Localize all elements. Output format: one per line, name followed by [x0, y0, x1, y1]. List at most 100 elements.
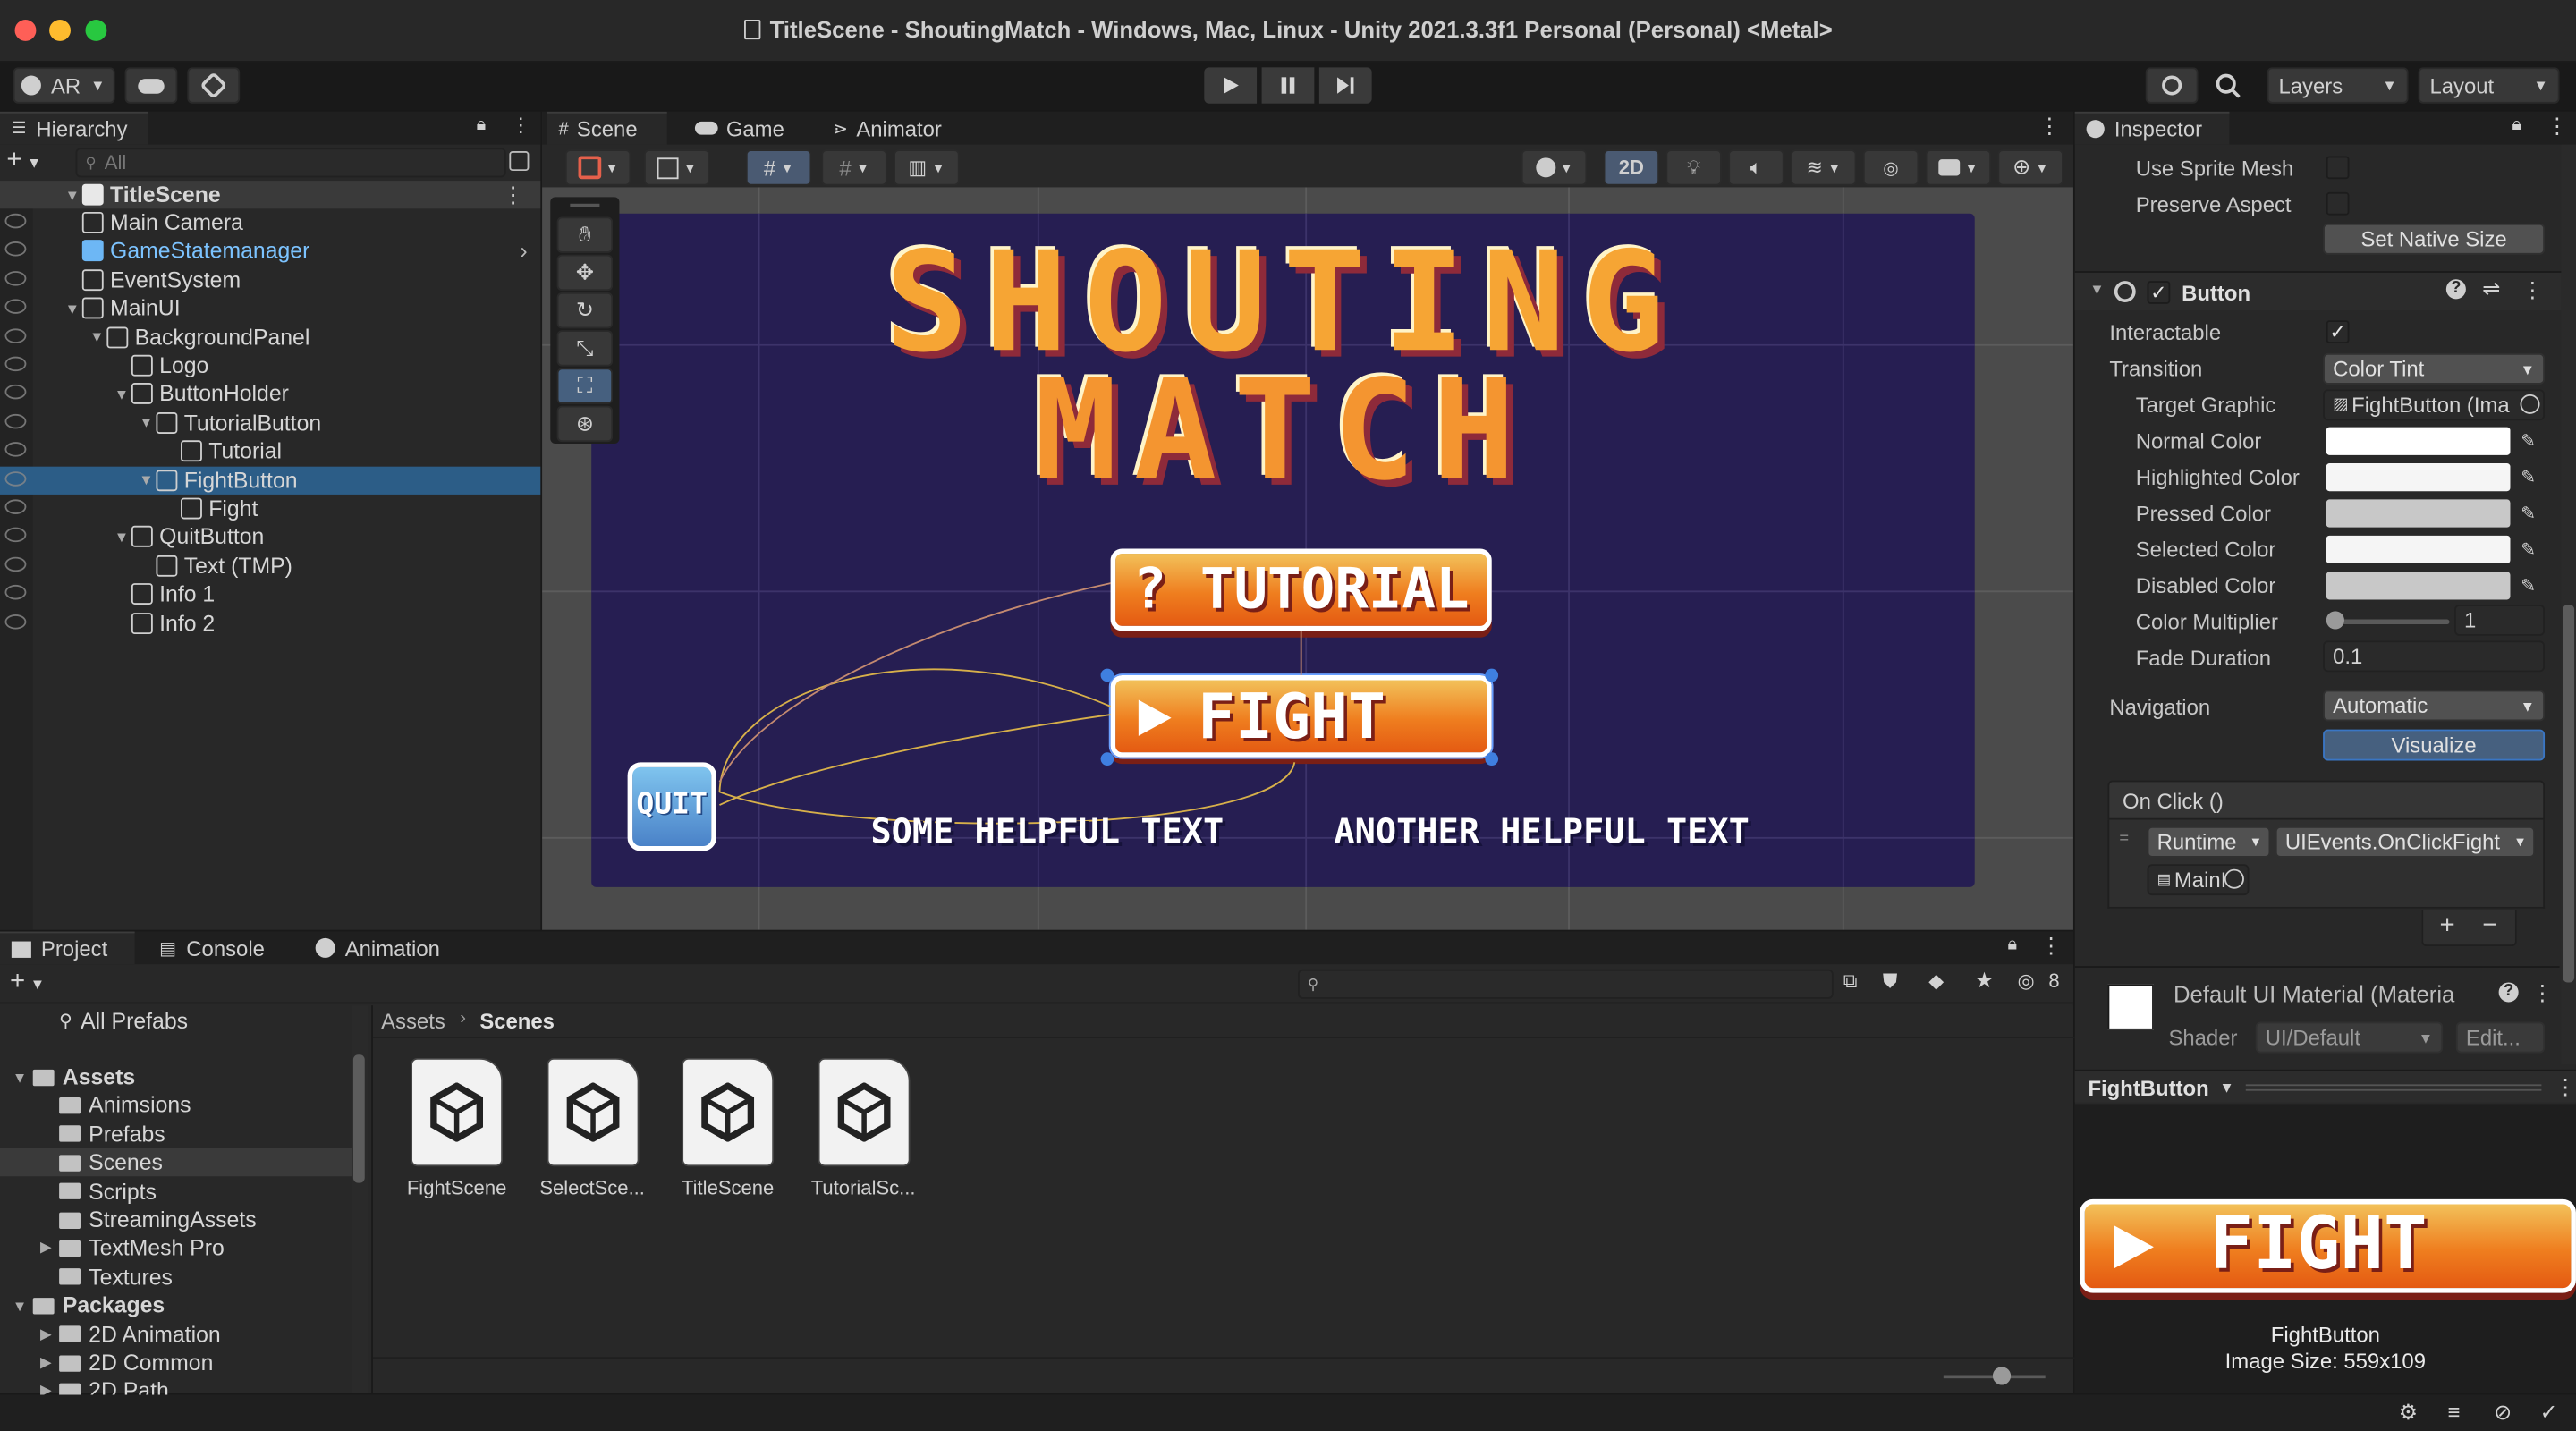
scene-asset-item[interactable]: FightScene: [399, 1057, 514, 1206]
drag-handle[interactable]: [570, 203, 600, 207]
chevron-down-icon[interactable]: ▼: [2219, 1080, 2233, 1096]
search-button[interactable]: [2211, 69, 2257, 102]
normal-color-swatch[interactable]: [2326, 427, 2511, 455]
grid-snap-dropdown[interactable]: # ▼: [745, 149, 812, 186]
slider-thumb[interactable]: [2326, 611, 2344, 630]
increment-snap-dropdown[interactable]: ▥ ▼: [894, 149, 960, 186]
hierarchy-item[interactable]: ▼ FightButton: [0, 465, 541, 495]
tab-animation[interactable]: Animation: [304, 932, 452, 965]
eyedropper-icon[interactable]: ✎: [2515, 428, 2541, 455]
hierarchy-item[interactable]: Tutorial: [0, 437, 540, 465]
set-native-size-button[interactable]: Set Native Size: [2323, 223, 2546, 255]
scene-asset-item[interactable]: SelectSce...: [535, 1057, 650, 1206]
eyedropper-icon[interactable]: ✎: [2515, 572, 2541, 599]
effects-dropdown[interactable]: ≋ ▼: [1791, 149, 1857, 186]
lock-icon[interactable]: 🔒︎: [2512, 115, 2521, 137]
tab-scene[interactable]: # Scene: [547, 111, 667, 145]
tab-game[interactable]: Game: [683, 112, 796, 145]
hierarchy-item[interactable]: Fight: [0, 495, 540, 522]
project-folder-item[interactable]: ▼ Assets: [0, 1063, 352, 1090]
hierarchy-item[interactable]: ▼ ButtonHolder: [0, 380, 540, 408]
layers-stack-icon[interactable]: ≡: [2448, 1400, 2461, 1425]
draw-mode-dropdown[interactable]: ▼: [564, 149, 631, 186]
hierarchy-item[interactable]: ▼ MainUI: [0, 294, 540, 322]
project-folder-item[interactable]: Textures: [0, 1263, 352, 1291]
button-component-header[interactable]: ▼ ✓ Button ? ⇌ ⋮: [2074, 271, 2576, 311]
expanded-arrow-icon[interactable]: ▼: [10, 1298, 30, 1314]
presets-icon[interactable]: ⇌: [2482, 276, 2500, 302]
create-dropdown[interactable]: + ▼: [6, 147, 62, 177]
visibility-eye-icon[interactable]: [4, 442, 27, 458]
remove-event-button[interactable]: −: [2482, 911, 2497, 941]
pressed-color-swatch[interactable]: [2326, 499, 2511, 528]
navigation-dropdown[interactable]: Automatic ▼: [2323, 690, 2546, 722]
layout-dropdown[interactable]: Layout ▼: [2418, 67, 2560, 104]
project-folder-item[interactable]: ▶ 2D Animation: [0, 1320, 352, 1348]
collab-button[interactable]: [187, 67, 241, 104]
history-button[interactable]: [2145, 67, 2199, 104]
hierarchy-item[interactable]: Main Camera: [0, 208, 540, 236]
breadcrumb-scenes[interactable]: Scenes: [479, 1009, 555, 1034]
visibility-eye-icon[interactable]: [4, 327, 27, 343]
more-options-icon[interactable]: ⋮: [2038, 114, 2060, 140]
hierarchy-item[interactable]: EventSystem: [0, 266, 540, 293]
expanded-arrow-icon[interactable]: ▼: [136, 414, 156, 430]
hierarchy-item[interactable]: ▼ TutorialButton: [0, 409, 540, 436]
foldout-arrow-icon[interactable]: ▼: [2089, 281, 2104, 297]
project-folder-item[interactable]: ▶ TextMesh Pro: [0, 1234, 352, 1262]
hierarchy-item[interactable]: ▼ BackgroundPanel: [0, 323, 540, 351]
visibility-eye-icon[interactable]: [4, 356, 27, 372]
target-object-field[interactable]: ▤ MainI: [2147, 864, 2250, 896]
project-folder-item[interactable]: Scripts: [0, 1177, 352, 1205]
scrollbar-thumb[interactable]: [352, 1054, 365, 1183]
preserve-aspect-checkbox[interactable]: [2326, 191, 2350, 216]
hand-tool[interactable]: ✋︎: [556, 216, 614, 253]
more-options-icon[interactable]: ⋮: [511, 114, 530, 137]
disabled-color-swatch[interactable]: [2326, 572, 2511, 600]
visibility-eye-icon[interactable]: [4, 585, 27, 600]
add-event-button[interactable]: +: [2439, 911, 2454, 941]
visibility-eye-icon[interactable]: [4, 528, 27, 543]
help-icon[interactable]: ?: [2498, 982, 2519, 1003]
rect-tool[interactable]: ⛶: [556, 368, 614, 404]
search-by-type-icon[interactable]: ⧉: [1843, 970, 1858, 995]
expanded-arrow-icon[interactable]: ▼: [112, 529, 131, 545]
scene-visibility-button[interactable]: [509, 148, 532, 174]
play-button[interactable]: [1204, 67, 1258, 104]
visibility-eye-icon[interactable]: [4, 499, 27, 514]
transition-dropdown[interactable]: Color Tint ▼: [2323, 352, 2546, 385]
expanded-arrow-icon[interactable]: ▼: [63, 301, 82, 317]
quit-button[interactable]: QUIT: [627, 762, 716, 851]
color-multiplier-slider[interactable]: [2331, 619, 2450, 625]
visibility-eye-icon[interactable]: [4, 213, 27, 229]
hierarchy-item[interactable]: GameStatemanager ›: [0, 237, 540, 265]
hidden-packages-icon[interactable]: ◎: [2017, 970, 2034, 993]
debug-icon[interactable]: ⚙: [2399, 1400, 2418, 1426]
scene-asset-item[interactable]: TutorialSc...: [806, 1057, 921, 1206]
scene-asset-item[interactable]: TitleScene: [670, 1057, 785, 1206]
object-picker-icon[interactable]: [2520, 394, 2540, 414]
project-folder-item[interactable]: ▶ 2D Common: [0, 1349, 352, 1376]
scene-viewport[interactable]: SHOUTING MATCH ? TUTORIAL FIGHT QUIT SOM…: [542, 187, 2073, 930]
hierarchy-item[interactable]: Logo: [0, 351, 540, 379]
checkmark-icon[interactable]: ✓: [2540, 1400, 2558, 1426]
expanded-arrow-icon[interactable]: ▼: [87, 329, 106, 345]
tab-project[interactable]: Project: [0, 931, 135, 965]
scrollbar-thumb[interactable]: [2563, 604, 2575, 983]
create-asset-dropdown[interactable]: + ▼: [10, 969, 45, 997]
lock-icon[interactable]: 🔒︎: [477, 115, 487, 137]
expanded-arrow-icon[interactable]: ▼: [136, 471, 156, 487]
eyedropper-icon[interactable]: ✎: [2515, 499, 2541, 527]
color-multiplier-input[interactable]: 1: [2454, 604, 2546, 636]
preview-drag-bar[interactable]: [2245, 1084, 2542, 1091]
account-dropdown[interactable]: AR ▼: [13, 67, 115, 104]
all-prefabs-item[interactable]: ⚲ All Prefabs: [0, 1007, 188, 1035]
shader-dropdown[interactable]: UI/Default ▼: [2255, 1021, 2444, 1054]
layers-dropdown[interactable]: Layers ▼: [2267, 67, 2409, 104]
shading-dropdown[interactable]: ▼: [643, 149, 710, 186]
visibility-eye-icon[interactable]: [4, 413, 27, 429]
collapsed-arrow-icon[interactable]: ▶: [36, 1325, 55, 1343]
object-picker-icon[interactable]: [2224, 868, 2244, 889]
expanded-arrow-icon[interactable]: ▼: [112, 385, 131, 402]
more-options-icon[interactable]: ⋮: [2040, 933, 2062, 959]
